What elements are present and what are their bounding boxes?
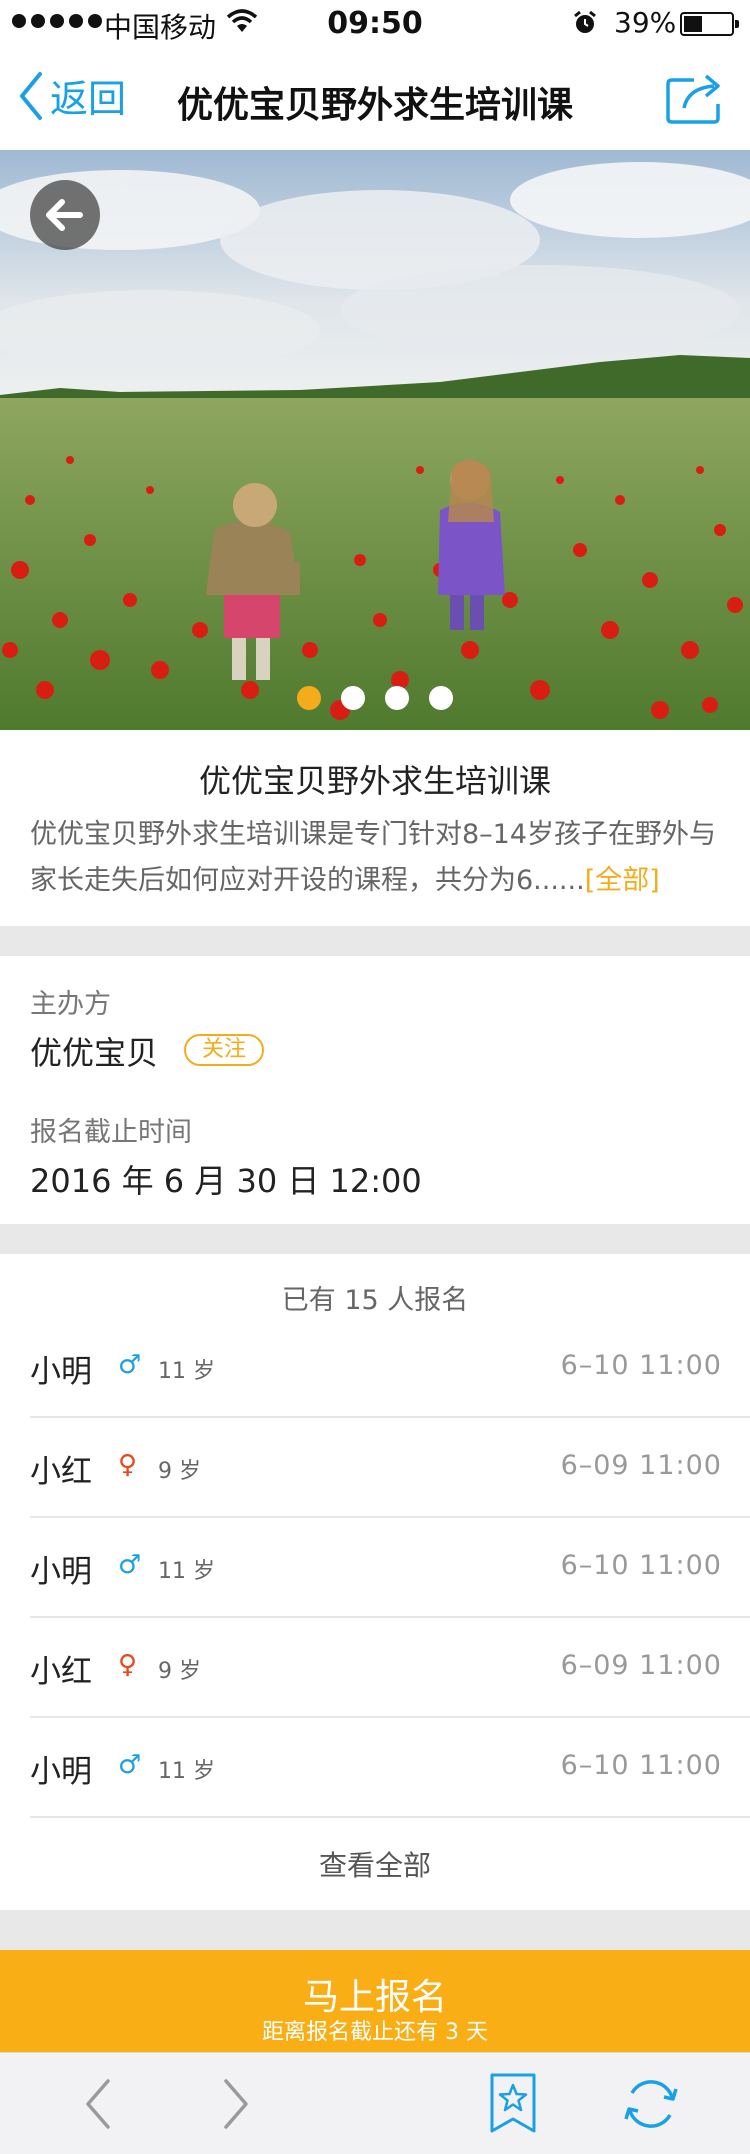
signup-row: 小明 ♂ 11 岁 6–10 11:00	[30, 1718, 750, 1818]
section-divider	[0, 1910, 750, 1950]
female-icon: ♀	[118, 1650, 138, 1680]
signup-row: 小明 ♂ 11 岁 6–10 11:00	[30, 1518, 750, 1618]
pager-dot[interactable]	[385, 686, 409, 710]
hero-photo	[0, 150, 750, 730]
navigation-bar: 返回 优优宝贝野外求生培训课	[0, 46, 750, 150]
participant-age: 9 岁	[158, 1659, 201, 1684]
arrow-left-icon	[46, 199, 83, 231]
section-divider	[0, 926, 750, 956]
refresh-icon[interactable]	[622, 2075, 680, 2133]
signup-list-section: 已有 15 人报名 小明 ♂ 11 岁 6–10 11:00 小红 ♀ 9 岁 6–09 11…	[0, 1254, 750, 1910]
alarm-icon	[574, 10, 596, 33]
deadline-value: 2016 年 6 月 30 日 12:00	[30, 1162, 422, 1200]
signup-now-label: 马上报名	[302, 1977, 447, 2018]
chevron-left-icon[interactable]	[80, 2077, 116, 2131]
signup-time: 6–10 11:00	[560, 1550, 722, 1581]
participant-name: 小红	[30, 1454, 92, 1490]
course-description: 优优宝贝野外求生培训课是专门针对8–14岁孩子在野外与家长走失后如何应对开设的课…	[30, 812, 730, 904]
battery-level-fill	[684, 16, 702, 32]
signup-count: 已有 15 人报名	[281, 1285, 469, 1316]
signup-deadline-countdown: 距离报名截止还有 3 天	[262, 2020, 488, 2045]
page-title: 优优宝贝野外求生培训课	[176, 85, 573, 126]
deadline-label: 报名截止时间	[30, 1117, 192, 1148]
hero-back-button[interactable]	[30, 180, 100, 250]
participant-name: 小明	[30, 1554, 92, 1590]
battery-icon	[680, 12, 739, 36]
participant-age: 11 岁	[158, 1759, 215, 1784]
pager-dot[interactable]	[341, 686, 365, 710]
male-icon: ♂	[118, 1750, 142, 1780]
bookmark-star-icon[interactable]	[488, 2073, 538, 2135]
battery-percent: 39%	[614, 6, 677, 39]
signup-now-button[interactable]: 马上报名 距离报名截止还有 3 天	[0, 1950, 750, 2052]
participant-name: 小明	[30, 1754, 92, 1790]
signup-time: 6–10 11:00	[560, 1750, 722, 1781]
section-divider	[0, 1224, 750, 1254]
pager-dot[interactable]	[429, 686, 453, 710]
course-name: 优优宝贝野外求生培训课	[198, 762, 551, 800]
participant-age: 11 岁	[158, 1559, 215, 1584]
male-icon: ♂	[118, 1350, 142, 1380]
participant-name: 小红	[30, 1654, 92, 1690]
signup-time: 6–09 11:00	[560, 1650, 722, 1681]
participant-age: 11 岁	[158, 1359, 215, 1384]
female-icon: ♀	[118, 1450, 138, 1480]
share-icon[interactable]	[664, 72, 726, 126]
host-label: 主办方	[30, 989, 111, 1020]
hero-banner[interactable]	[0, 150, 750, 730]
male-icon: ♂	[118, 1550, 142, 1580]
follow-button[interactable]: 关注	[184, 1034, 264, 1066]
browser-toolbar	[0, 2052, 750, 2154]
participant-name: 小明	[30, 1354, 92, 1390]
signup-time: 6–09 11:00	[560, 1450, 722, 1481]
carousel-pager[interactable]	[0, 686, 750, 710]
view-all-button[interactable]: 查看全部	[0, 1844, 750, 1884]
signup-time: 6–10 11:00	[560, 1350, 722, 1381]
organizer-section: 主办方 优优宝贝 关注 报名截止时间 2016 年 6 月 30 日 12:00	[0, 956, 750, 1224]
pager-dot[interactable]	[297, 686, 321, 710]
host-name: 优优宝贝	[30, 1034, 159, 1072]
chevron-right-icon[interactable]	[218, 2077, 254, 2131]
status-bar: 中国移动 09:50 39%	[0, 0, 750, 46]
participant-age: 9 岁	[158, 1459, 201, 1484]
signup-row: 小明 ♂ 11 岁 6–10 11:00	[30, 1318, 750, 1418]
signup-row: 小红 ♀ 9 岁 6–09 11:00	[30, 1418, 750, 1518]
show-full-description-link[interactable]: [全部]	[585, 865, 660, 896]
course-intro: 优优宝贝野外求生培训课 优优宝贝野外求生培训课是专门针对8–14岁孩子在野外与家…	[0, 730, 750, 926]
signup-row: 小红 ♀ 9 岁 6–09 11:00	[30, 1618, 750, 1718]
